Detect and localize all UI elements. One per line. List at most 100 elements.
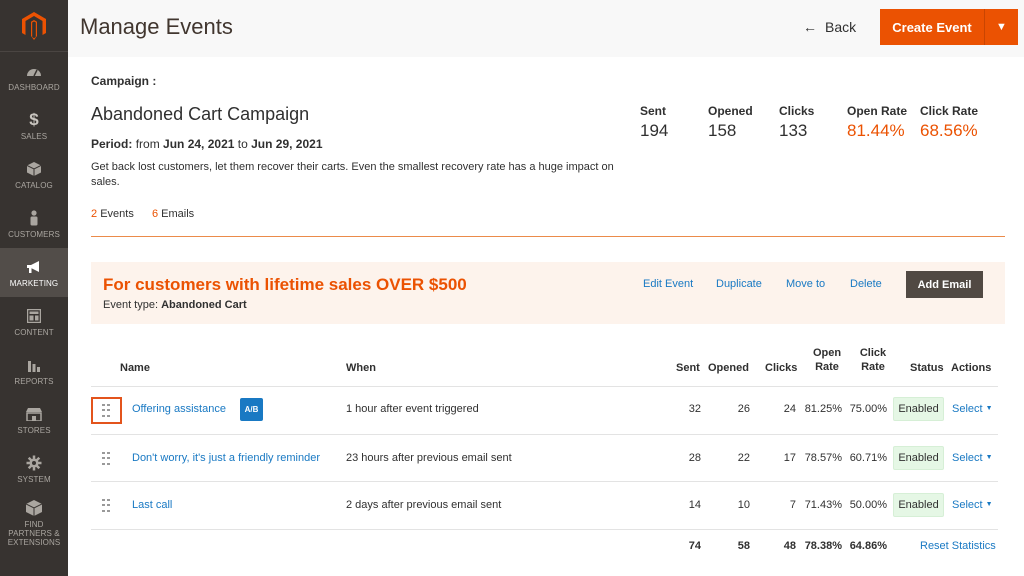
- col-header-click-rate-line1: Click: [859, 347, 887, 359]
- period-from: Jun 24, 2021: [163, 137, 235, 151]
- col-header-clicks: Clicks: [765, 362, 798, 374]
- email-click-rate: 75.00%: [849, 403, 887, 415]
- email-opened: 22: [737, 452, 750, 464]
- email-when: 1 hour after event triggered: [346, 403, 479, 415]
- sidebar-item-reports[interactable]: REPORTS: [0, 346, 68, 395]
- col-header-actions: Actions: [951, 362, 992, 374]
- chevron-down-icon: ▼: [985, 405, 993, 412]
- col-header-opened: Opened: [708, 362, 749, 374]
- sidebar-item-customers[interactable]: CUSTOMERS: [0, 199, 68, 248]
- campaign-counts: 2 Events 6 Emails: [91, 208, 194, 220]
- magento-logo[interactable]: [0, 0, 68, 52]
- col-header-status: Status: [910, 362, 944, 374]
- stat-label: Opened: [708, 104, 753, 118]
- sidebar-item-dashboard[interactable]: DASHBOARD: [0, 52, 68, 101]
- create-event-button[interactable]: Create Event ▼: [880, 9, 1018, 45]
- email-sent: 14: [688, 499, 701, 511]
- emails-count: 6: [151, 208, 159, 220]
- email-opened: 10: [737, 499, 750, 511]
- chevron-down-icon: ▼: [985, 501, 993, 508]
- campaign-name: Abandoned Cart Campaign: [91, 104, 310, 124]
- col-header-when: When: [346, 362, 376, 374]
- sidebar-item-label: FIND PARTNERS & EXTENSIONS: [7, 520, 61, 547]
- email-clicks: 7: [789, 499, 796, 511]
- stat-value: 68.56%: [920, 121, 978, 140]
- stat-opened: Opened 158: [708, 104, 779, 141]
- actions-select[interactable]: Select ▼: [952, 403, 993, 415]
- edit-event-link[interactable]: Edit Event: [643, 278, 693, 290]
- stat-click-rate: Click Rate 68.56%: [920, 104, 990, 141]
- sidebar-item-marketing[interactable]: MARKETING: [0, 248, 68, 297]
- email-name-link[interactable]: Last call: [132, 499, 172, 511]
- email-sent: 32: [688, 403, 701, 415]
- stat-open-rate: Open Rate 81.44%: [847, 104, 920, 141]
- col-header-open-rate: Open Rate: [810, 346, 844, 374]
- email-name-link[interactable]: Offering assistance: [132, 403, 226, 415]
- email-when: 2 days after previous email sent: [346, 499, 502, 511]
- email-name-link[interactable]: Don't worry, it's just a friendly remind…: [132, 452, 320, 464]
- total-click-rate: 64.86%: [849, 540, 887, 552]
- col-header-click-rate: Click Rate: [856, 346, 890, 374]
- total-opened: 58: [737, 540, 750, 552]
- sidebar-item-partners[interactable]: FIND PARTNERS & EXTENSIONS: [0, 493, 68, 553]
- sidebar-item-catalog[interactable]: CATALOG: [0, 150, 68, 199]
- create-event-label[interactable]: Create Event: [880, 9, 984, 45]
- chevron-down-icon: ▼: [985, 454, 993, 461]
- drag-handle-icon[interactable]: [102, 499, 110, 513]
- stat-label: Sent: [640, 104, 667, 118]
- stat-label: Open Rate: [847, 104, 908, 118]
- event-type-value: Abandoned Cart: [161, 299, 247, 311]
- back-button[interactable]: ← Back: [803, 19, 856, 35]
- event-title: For customers with lifetime sales OVER $…: [103, 275, 467, 294]
- dashboard-icon: [25, 62, 43, 80]
- stat-clicks: Clicks 133: [779, 104, 847, 141]
- sidebar-item-sales[interactable]: $ SALES: [0, 101, 68, 150]
- drag-handle-icon[interactable]: [102, 452, 110, 466]
- stat-value: 194: [640, 121, 669, 140]
- event-type-label: Event type:: [103, 299, 159, 311]
- actions-select[interactable]: Select ▼: [952, 499, 993, 511]
- gear-icon: [25, 454, 43, 472]
- store-icon: [25, 405, 43, 423]
- email-clicks: 24: [783, 403, 796, 415]
- page-title: Manage Events: [80, 14, 233, 39]
- back-label: Back: [825, 19, 857, 35]
- bar-chart-icon: [25, 356, 43, 374]
- period-to-word: to: [237, 137, 248, 151]
- col-header-sent: Sent: [676, 362, 700, 374]
- period-label: Period:: [91, 137, 133, 151]
- sidebar-item-label: DASHBOARD: [8, 82, 60, 92]
- divider: [91, 236, 1005, 237]
- email-open-rate: 78.57%: [804, 452, 842, 464]
- person-icon: [25, 209, 43, 227]
- stat-value: 133: [779, 121, 808, 140]
- total-clicks: 48: [783, 540, 796, 552]
- period-from-word: from: [135, 137, 160, 151]
- status-badge: Enabled: [893, 446, 944, 470]
- campaign-label: Campaign :: [91, 74, 157, 88]
- events-label: Events: [100, 208, 134, 220]
- reset-statistics-link[interactable]: Reset Statistics: [920, 540, 996, 552]
- delete-link[interactable]: Delete: [850, 278, 882, 290]
- actions-select[interactable]: Select ▼: [952, 452, 993, 464]
- add-email-button[interactable]: Add Email: [906, 271, 983, 298]
- sidebar-item-label: REPORTS: [14, 376, 54, 386]
- dollar-icon: $: [29, 109, 39, 129]
- email-click-rate: 50.00%: [849, 499, 887, 511]
- drag-handle-icon[interactable]: [102, 404, 110, 418]
- sidebar-item-stores[interactable]: STORES: [0, 395, 68, 444]
- row-divider: [91, 529, 998, 530]
- event-panel: For customers with lifetime sales OVER $…: [91, 262, 1005, 324]
- sidebar-item-content[interactable]: CONTENT: [0, 297, 68, 346]
- ab-test-badge[interactable]: A/B: [240, 398, 263, 421]
- duplicate-link[interactable]: Duplicate: [716, 278, 762, 290]
- email-open-rate: 71.43%: [804, 499, 842, 511]
- col-header-open-rate-line1: Open: [812, 347, 842, 359]
- total-sent: 74: [688, 540, 701, 552]
- email-open-rate: 81.25%: [804, 403, 842, 415]
- sidebar-item-label: SYSTEM: [17, 474, 51, 484]
- sidebar-item-system[interactable]: SYSTEM: [0, 444, 68, 493]
- chevron-down-icon[interactable]: ▼: [985, 9, 1018, 45]
- megaphone-icon: [25, 258, 43, 276]
- move-to-link[interactable]: Move to: [786, 278, 825, 290]
